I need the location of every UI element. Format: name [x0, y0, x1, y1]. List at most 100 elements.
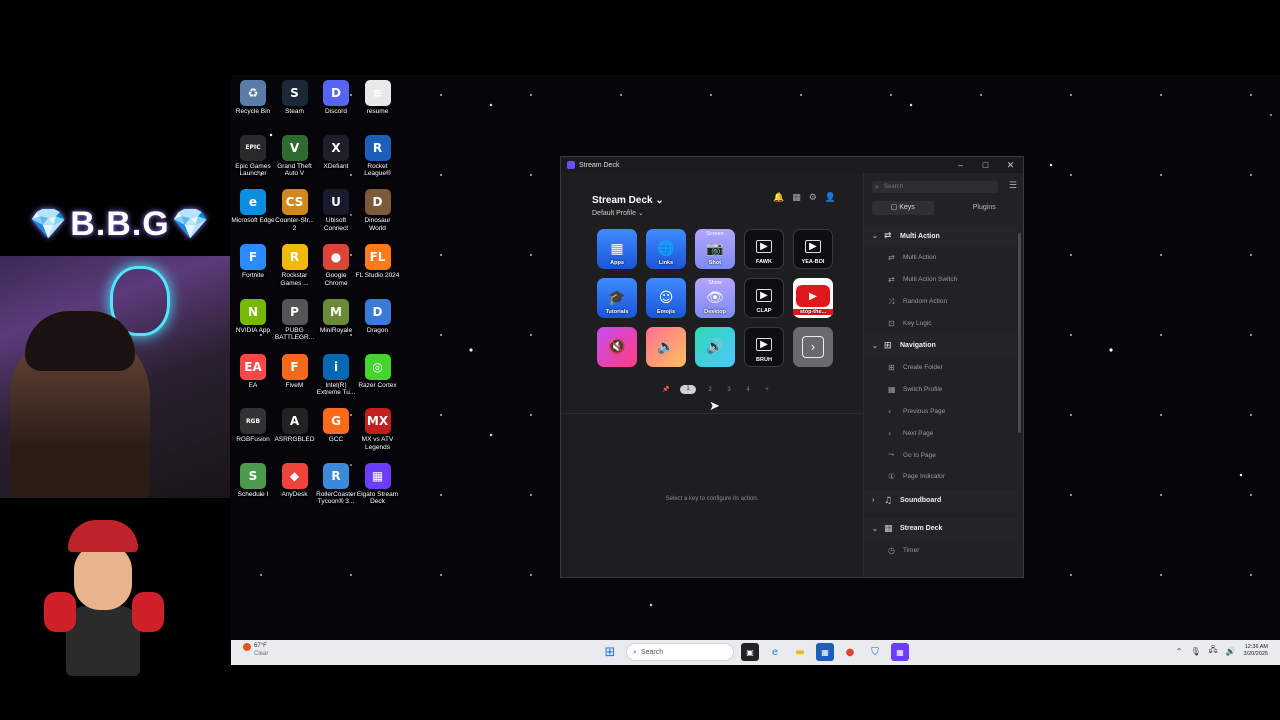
device-selector[interactable]: Stream Deck ⌄ — [592, 195, 664, 206]
add-page-button[interactable]: + — [762, 387, 772, 393]
pin-icon[interactable]: 📌 — [661, 386, 671, 393]
file-explorer-icon[interactable]: ▬ — [791, 643, 809, 661]
category-header[interactable]: ⌄ ⊞ Navigation — [864, 334, 1017, 357]
microphone-icon[interactable]: 🎙 — [1190, 647, 1200, 656]
deck-key[interactable]: Show 👁 Desktop — [695, 278, 735, 318]
desktop-icon[interactable]: U Ubisoft Connect — [314, 189, 358, 232]
store-icon[interactable]: ▦ — [816, 643, 834, 661]
desktop-icon[interactable]: N NVIDIA App — [231, 298, 275, 335]
action-item[interactable]: ⊞ Create Folder — [864, 357, 1017, 379]
gear-icon[interactable]: ⚙ — [809, 193, 817, 203]
task-view-icon[interactable]: ▣ — [741, 643, 759, 661]
desktop-icon[interactable]: ◆ AnyDesk — [273, 462, 317, 499]
network-icon[interactable]: 🖧 — [1209, 644, 1218, 658]
taskbar-search[interactable]: ⌕ Search — [626, 643, 734, 661]
action-item[interactable]: ⇄ Multi Action — [864, 247, 1017, 269]
deck-key[interactable]: 🔇 — [597, 327, 637, 367]
desktop-icon[interactable]: X XDefiant — [314, 134, 358, 171]
action-item[interactable]: ⤨ Random Action — [864, 291, 1017, 313]
deck-key[interactable]: 🔊 — [695, 327, 735, 367]
shield-icon[interactable]: ⛉ — [866, 643, 884, 661]
deck-key[interactable]: › — [793, 327, 833, 367]
desktop-icon[interactable]: R Rocket League® — [356, 134, 400, 178]
desktop-icon[interactable]: A ASRRGBLED — [273, 408, 317, 444]
desktop-icon[interactable]: ≡ resume — [356, 80, 400, 116]
deck-key[interactable]: 🔉 — [646, 327, 686, 367]
desktop-icon[interactable]: ▦ Elgato Stream Deck — [356, 462, 400, 506]
desktop-icon[interactable]: CS Counter-Str... 2 — [273, 189, 317, 232]
action-search-input[interactable]: ⌕ Search — [872, 181, 998, 193]
desktop-icon[interactable]: P PUBG BATTLEGR... — [273, 298, 317, 342]
desktop-icon[interactable]: F Fortnite — [231, 244, 275, 280]
deck-key[interactable]: ▶ stop-the... — [793, 278, 833, 318]
key-icon: 👁 — [706, 290, 724, 306]
desktop-icon[interactable]: S Schedule I — [231, 462, 275, 499]
desktop-icon[interactable]: MX MX vs ATV Legends — [356, 408, 400, 451]
marketplace-icon[interactable]: ▦ — [792, 193, 801, 203]
deck-key[interactable]: ☺ Emojis — [646, 278, 686, 318]
desktop-icon[interactable]: FL FL Studio 2024 — [356, 244, 400, 280]
bell-icon[interactable]: 🔔 — [773, 193, 784, 203]
minimize-button[interactable]: – — [948, 160, 973, 170]
clock[interactable]: 12:36 AM 3/20/2025 — [1244, 644, 1268, 658]
list-view-icon[interactable]: ☰ — [1009, 181, 1017, 191]
category-header[interactable]: ⌄ ⇄ Multi Action — [864, 225, 1017, 247]
start-icon[interactable]: ⊞ — [601, 643, 619, 661]
window-titlebar[interactable]: Stream Deck – □ ✕ — [561, 157, 1023, 173]
deck-key[interactable]: ▶ YEA-BOI — [793, 229, 833, 269]
page-1[interactable]: 1 — [680, 385, 696, 394]
weather-widget[interactable]: 67°F Clear — [243, 643, 268, 658]
action-item[interactable]: ◷ Timer — [864, 540, 1017, 562]
action-item[interactable]: ⊡ Key Logic — [864, 313, 1017, 335]
desktop-icon[interactable]: e Microsoft Edge — [231, 189, 275, 225]
deck-key[interactable]: ▶ BRUH — [744, 327, 784, 367]
profile-selector[interactable]: Default Profile ⌄ — [592, 209, 644, 217]
page-4[interactable]: 4 — [743, 387, 753, 393]
desktop-icon[interactable]: ♻ Recycle Bin — [231, 80, 275, 116]
volume-icon[interactable]: 🔊 — [1226, 647, 1236, 656]
desktop-icon-label: ASRRGBLED — [274, 436, 315, 444]
action-item[interactable]: › Next Page — [864, 422, 1017, 444]
action-item[interactable]: ‹ Previous Page — [864, 400, 1017, 422]
close-button[interactable]: ✕ — [998, 160, 1023, 171]
stream-deck-taskbar-icon[interactable]: ▦ — [891, 643, 909, 661]
account-icon[interactable]: 👤 — [825, 193, 836, 203]
page-2[interactable]: 2 — [705, 387, 715, 393]
desktop-icon[interactable]: D Discord — [314, 80, 358, 116]
desktop-icon[interactable]: V Grand Theft Auto V — [273, 134, 317, 178]
deck-key[interactable]: ▶ FAWK — [744, 229, 784, 269]
desktop-icon[interactable]: ● Google Chrome — [314, 244, 358, 287]
panel-scrollbar[interactable] — [1018, 233, 1021, 433]
action-item[interactable]: ▦ Switch Profile — [864, 378, 1017, 400]
desktop-icon[interactable]: F FiveM — [273, 353, 317, 390]
page-3[interactable]: 3 — [724, 387, 734, 393]
deck-key[interactable]: Screen 📷 Shot — [695, 229, 735, 269]
desktop-icon[interactable]: RGB RGBFusion — [231, 408, 275, 444]
desktop-icon[interactable]: R RollerCoaster Tycoon® 3... — [314, 462, 358, 506]
tab-plugins[interactable]: Plugins — [954, 201, 1016, 215]
desktop-icon[interactable]: S Steam — [273, 80, 317, 116]
desktop-icon[interactable]: M MiniRoyale — [314, 298, 358, 335]
desktop-icon[interactable]: ◎ Razer Cortex — [356, 353, 400, 390]
deck-key[interactable]: ▶ CLAP — [744, 278, 784, 318]
action-item[interactable]: ⤳ Go to Page — [864, 444, 1017, 466]
desktop-icon[interactable]: EPIC Epic Games Launcher — [231, 134, 275, 178]
edge-icon[interactable]: e — [766, 643, 784, 661]
desktop-icon[interactable]: i Intel(R) Extreme Tu... — [314, 353, 358, 397]
maximize-button[interactable]: □ — [973, 160, 998, 170]
desktop-icon[interactable]: EA EA — [231, 353, 275, 390]
category-header[interactable]: ⌄ ▦ Stream Deck — [864, 517, 1017, 540]
chevron-up-icon[interactable]: ⌃ — [1176, 647, 1183, 656]
category-header[interactable]: › ♫ Soundboard — [864, 489, 1017, 512]
deck-key[interactable]: ▦ Apps — [597, 229, 637, 269]
desktop-icon[interactable]: D Dragon — [356, 298, 400, 335]
desktop-icon[interactable]: R Rockstar Games ... — [273, 244, 317, 287]
deck-key[interactable]: 🎓 Tutorials — [597, 278, 637, 318]
action-item[interactable]: ⇄ Multi Action Switch — [864, 269, 1017, 291]
action-item[interactable]: ① Page Indicator — [864, 466, 1017, 488]
desktop-icon[interactable]: G GCC — [314, 408, 358, 444]
tab-keys[interactable]: ▢ Keys — [872, 201, 934, 215]
deck-key[interactable]: 🌐 Links — [646, 229, 686, 269]
chrome-icon[interactable]: ● — [841, 643, 859, 661]
desktop-icon[interactable]: D Dinosaur World — [356, 189, 400, 232]
